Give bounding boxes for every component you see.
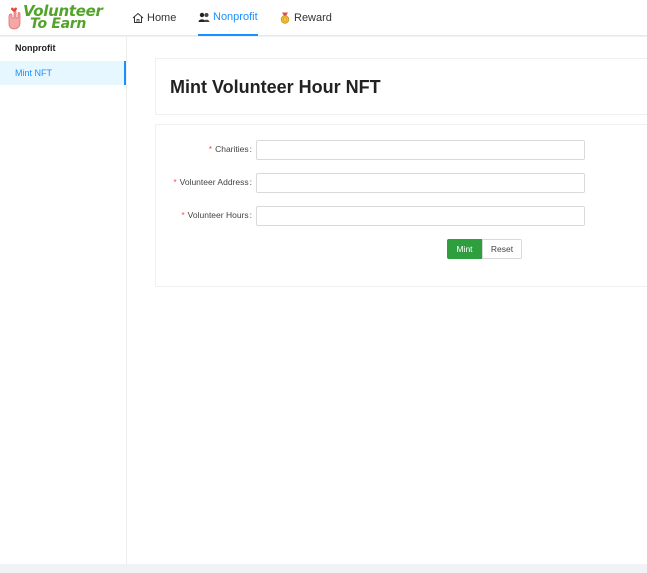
app-logo[interactable]: Volunteer To Earn [4,2,103,34]
people-icon [198,12,210,22]
top-header: Volunteer To Earn Home Nonprofit Reward [0,0,647,36]
form-row-charities: * Charities: [156,140,647,160]
charities-label: * Charities: [208,144,252,154]
sidebar-title: Nonprofit [15,43,56,53]
charities-input[interactable] [256,140,585,160]
volunteer-address-label: * Volunteer Address: [173,177,252,187]
main-content: Mint Volunteer Hour NFT * Charities: * Vol… [127,37,647,564]
nav-home-label: Home [147,12,177,24]
charities-label-text: Charities [215,144,249,154]
form-row-volunteer-address: * Volunteer Address: [156,173,647,193]
required-asterisk: * [208,144,213,154]
hand-heart-icon [8,7,21,30]
page-footer-band [0,564,647,573]
form-row-volunteer-hours: * Volunteer Hours: [156,206,647,226]
volunteer-hours-input[interactable] [256,206,585,226]
volunteer-hours-label: * Volunteer Hours: [181,210,252,220]
volunteer-hours-label-text: Volunteer Hours [187,210,249,220]
nav-home[interactable]: Home [132,0,176,36]
reset-button[interactable]: Reset [482,239,522,259]
nav-nonprofit-label: Nonprofit [213,11,258,23]
required-asterisk: * [181,210,185,220]
volunteer-address-label-text: Volunteer Address [179,177,249,187]
nav-reward[interactable]: Reward [279,0,332,36]
sidebar: Nonprofit Mint NFT [0,37,127,564]
nav-reward-label: Reward [294,12,332,24]
mint-button[interactable]: Mint [447,239,482,259]
logo-text-line2: To Earn [30,16,87,32]
page-title: Mint Volunteer Hour NFT [170,77,381,97]
medal-icon [280,12,290,24]
required-asterisk: * [173,177,177,187]
sidebar-item-mint-nft[interactable]: Mint NFT [0,61,126,85]
volunteer-address-input[interactable] [256,173,585,193]
home-icon [132,12,144,23]
nav-nonprofit[interactable]: Nonprofit [198,0,258,36]
mint-form: * Charities: * Volunteer Address: * Volunte… [155,124,647,287]
title-card: Mint Volunteer Hour NFT [155,58,647,115]
